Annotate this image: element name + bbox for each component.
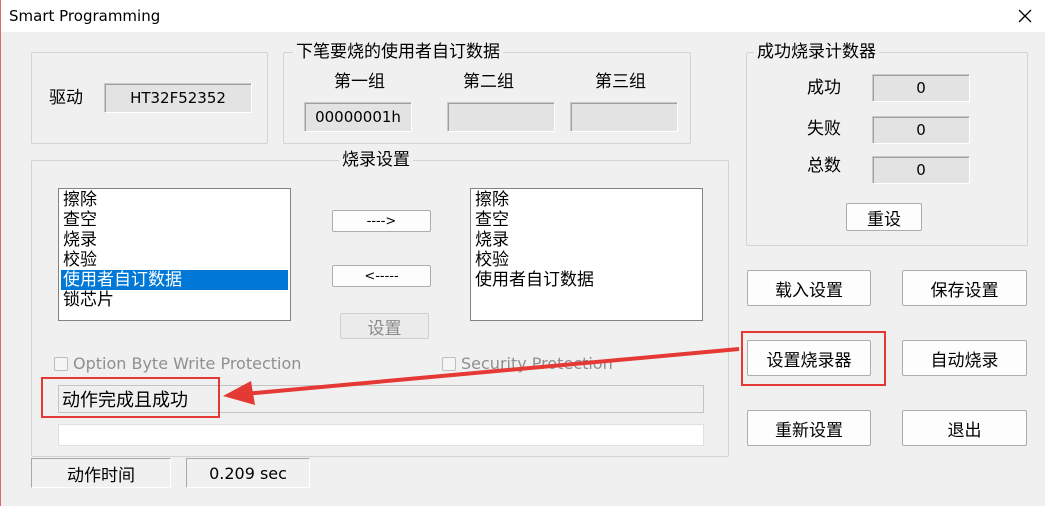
group1-label: 第一组 <box>334 72 385 92</box>
list-item[interactable]: 烧录 <box>473 230 700 250</box>
smart-programming-window: Smart Programming 驱动 HT32F52352 下笔要烧的使用者… <box>0 0 1045 506</box>
highlight-box-setup-button <box>741 331 886 386</box>
group3-label: 第三组 <box>595 72 646 92</box>
driver-label: 驱动 <box>49 88 83 108</box>
action-time-label: 动作时间 <box>31 458 171 488</box>
list-item[interactable]: 烧录 <box>61 230 288 250</box>
chosen-actions-list[interactable]: 擦除 查空 烧录 校验 使用者自订数据 <box>470 188 703 321</box>
counter-legend: 成功烧录计数器 <box>754 42 879 62</box>
title-bar: Smart Programming <box>1 0 1045 32</box>
counter-reset-button[interactable]: 重设 <box>846 203 922 231</box>
exit-button[interactable]: 退出 <box>902 410 1027 446</box>
apply-settings-button[interactable]: 设置 <box>340 313 429 339</box>
security-protection-checkbox[interactable]: Security Protection <box>442 354 613 373</box>
window-title: Smart Programming <box>9 7 161 25</box>
reset-settings-button[interactable]: 重新设置 <box>747 410 871 446</box>
group1-value: 00000001h <box>304 102 412 132</box>
checkbox-box[interactable] <box>442 356 456 371</box>
fail-label: 失败 <box>807 119 841 139</box>
success-count: 0 <box>872 74 970 102</box>
close-button[interactable] <box>1003 0 1045 32</box>
remove-action-button[interactable]: <----- <box>332 265 431 287</box>
action-time-value: 0.209 sec <box>186 458 310 488</box>
list-item-selected[interactable]: 使用者自订数据 <box>61 270 288 290</box>
option-byte-write-protection-checkbox[interactable]: Option Byte Write Protection <box>54 354 301 373</box>
available-actions-list[interactable]: 擦除 查空 烧录 校验 使用者自订数据 锁芯片 <box>58 188 291 321</box>
list-item[interactable]: 查空 <box>61 210 288 230</box>
add-action-button[interactable]: ----> <box>332 210 431 232</box>
group2-label: 第二组 <box>463 72 514 92</box>
burn-settings-legend: 烧录设置 <box>339 150 413 170</box>
list-item[interactable]: 擦除 <box>61 190 288 210</box>
group3-value <box>570 102 678 132</box>
option-byte-label: Option Byte Write Protection <box>73 354 302 373</box>
driver-value: HT32F52352 <box>104 83 252 113</box>
checkbox-box[interactable] <box>54 356 68 371</box>
load-settings-button[interactable]: 载入设置 <box>747 270 871 306</box>
auto-burn-button[interactable]: 自动烧录 <box>902 340 1027 376</box>
list-item[interactable]: 锁芯片 <box>61 290 288 310</box>
success-label: 成功 <box>807 78 841 98</box>
progress-bar <box>58 424 704 446</box>
user-data-legend: 下笔要烧的使用者自订数据 <box>293 42 503 62</box>
total-count: 0 <box>872 156 970 184</box>
group2-value <box>447 102 555 132</box>
close-icon <box>1018 9 1031 23</box>
total-label: 总数 <box>807 156 841 176</box>
highlight-box-status <box>41 377 220 418</box>
security-label: Security Protection <box>461 354 613 373</box>
list-item[interactable]: 校验 <box>473 250 700 270</box>
fail-count: 0 <box>872 116 970 144</box>
list-item[interactable]: 擦除 <box>473 190 700 210</box>
list-item[interactable]: 校验 <box>61 250 288 270</box>
save-settings-button[interactable]: 保存设置 <box>902 270 1027 306</box>
list-item[interactable]: 查空 <box>473 210 700 230</box>
list-item[interactable]: 使用者自订数据 <box>473 270 700 290</box>
